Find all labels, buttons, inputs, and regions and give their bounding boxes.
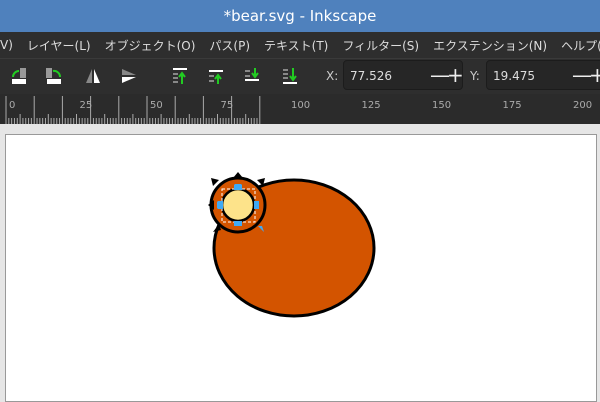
bear-ear-inner[interactable] (220, 187, 256, 223)
drawing (208, 172, 376, 318)
